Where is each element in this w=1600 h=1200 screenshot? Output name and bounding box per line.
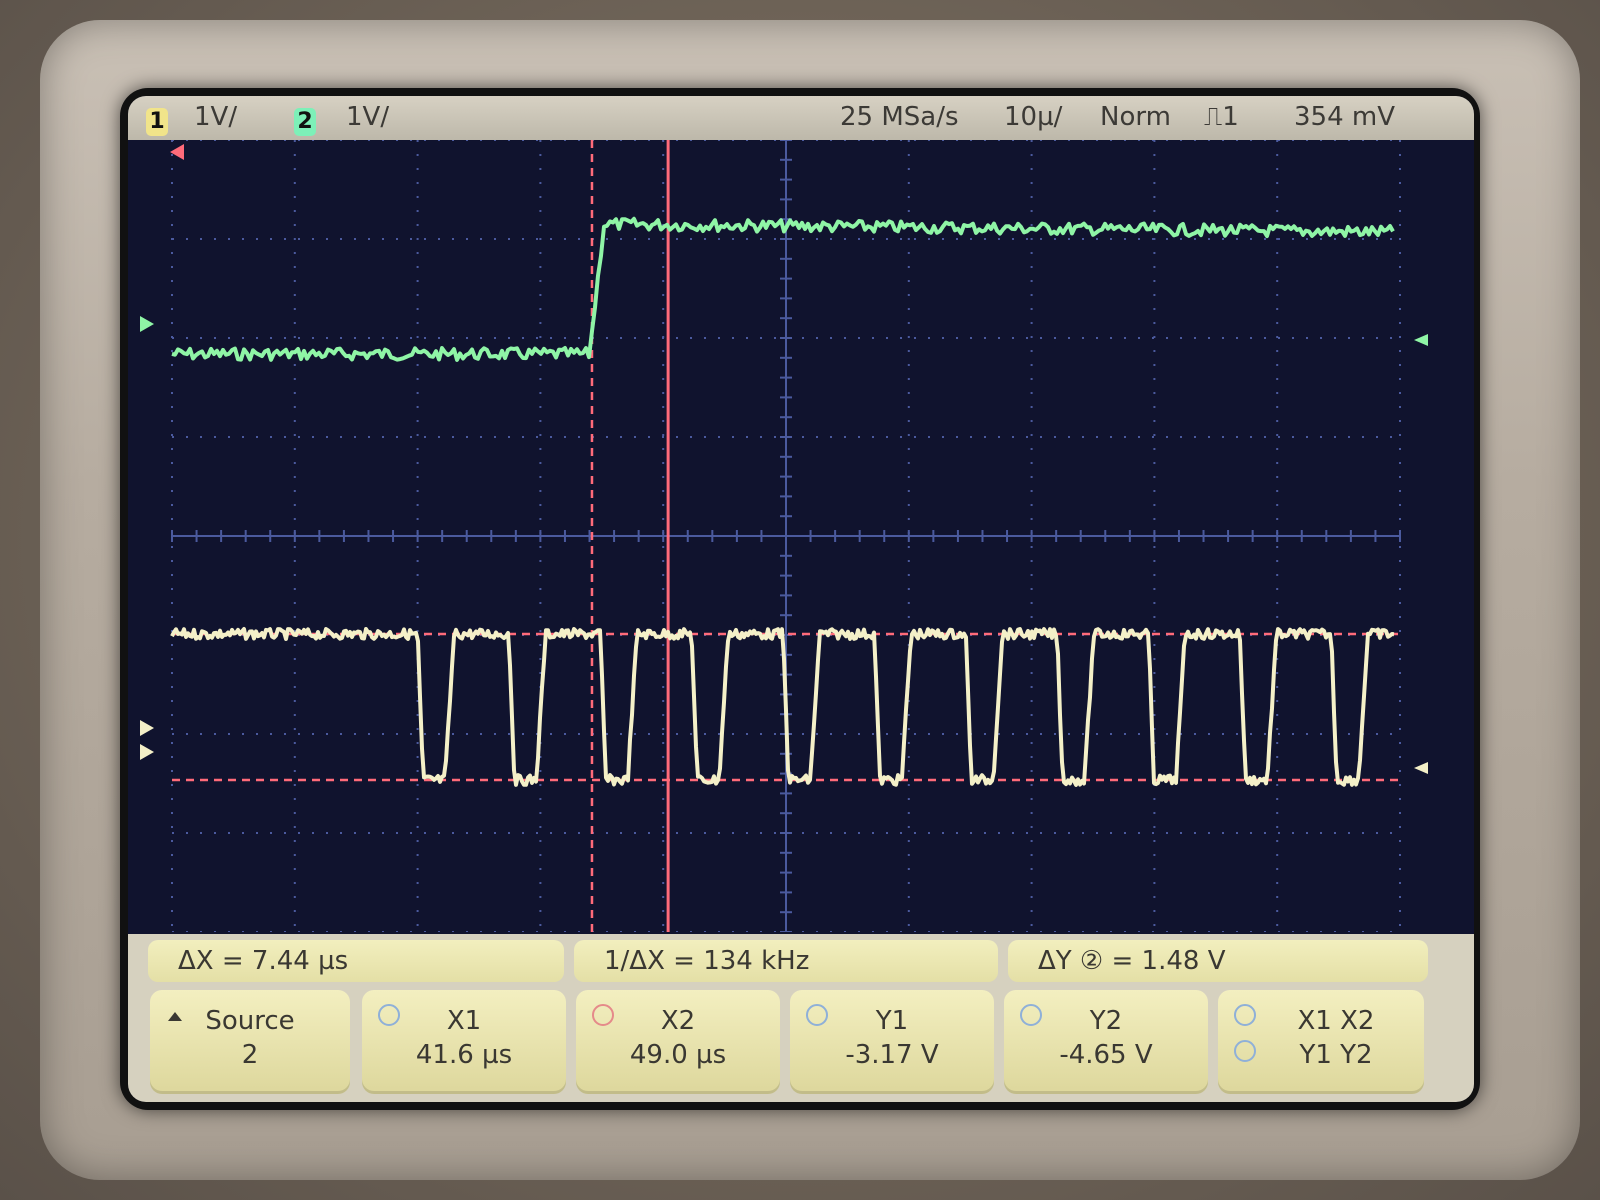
ch1-offset-marker-icon	[1414, 762, 1428, 774]
knob-icon	[1234, 1004, 1256, 1026]
knob-icon	[1234, 1040, 1256, 1062]
timebase: 10µ/	[1004, 102, 1063, 132]
knob-icon	[806, 1004, 828, 1026]
y1-value: -3.17 V	[845, 1040, 939, 1070]
trigger-level-marker-icon	[140, 744, 154, 760]
ch1-trace	[170, 627, 1395, 787]
waveform-canvas	[140, 140, 1428, 932]
trigger-level: 354 mV	[1294, 102, 1396, 132]
trigger-position-icon	[170, 144, 184, 160]
y1-softkey[interactable]: Y1 -3.17 V	[790, 990, 994, 1094]
source-value: 2	[241, 1040, 259, 1070]
knob-icon	[378, 1004, 400, 1026]
waveform-display	[128, 140, 1474, 932]
sample-rate: 25 MSa/s	[840, 102, 959, 132]
trigger-mode: Norm	[1100, 102, 1171, 132]
ch1-ground-marker-icon	[140, 720, 154, 736]
ch2-scale: 1V/	[346, 102, 390, 132]
ch2-offset-marker-icon	[1414, 334, 1428, 346]
y2-value: -4.65 V	[1059, 1040, 1153, 1070]
oscilloscope-screen: 1 1V/ 2 1V/ 25 MSa/s 10µ/ Norm ⎍1 354 mV…	[128, 96, 1474, 1102]
ch1-scale: 1V/	[194, 102, 238, 132]
y2-softkey[interactable]: Y2 -4.65 V	[1004, 990, 1208, 1094]
x1-value: 41.6 µs	[415, 1040, 513, 1070]
ch2-badge: 2	[294, 108, 316, 136]
source-softkey[interactable]: Source 2	[150, 990, 350, 1094]
source-label: Source	[205, 1006, 295, 1036]
x2-softkey[interactable]: X2 49.0 µs	[576, 990, 780, 1094]
x2-value: 49.0 µs	[629, 1040, 727, 1070]
delta-y-readout: ΔY ② = 1.48 V	[1008, 940, 1428, 982]
knob-icon	[1020, 1004, 1042, 1026]
cursor-pair-softkey[interactable]: X1 X2 Y1 Y2	[1218, 990, 1424, 1094]
delta-x-readout: ΔX = 7.44 µs	[148, 940, 564, 982]
ch2-ground-marker-icon	[140, 316, 154, 332]
arrow-up-icon	[168, 1012, 182, 1021]
trigger-edge-icon: ⎍1	[1204, 102, 1239, 132]
status-bar: 1 1V/ 2 1V/ 25 MSa/s 10µ/ Norm ⎍1 354 mV	[128, 96, 1474, 140]
x1-softkey[interactable]: X1 41.6 µs	[362, 990, 566, 1094]
graticule	[171, 140, 1401, 932]
ch1-badge: 1	[146, 108, 168, 136]
measurement-bar: ΔX = 7.44 µs 1/ΔX = 134 kHz ΔY ② = 1.48 …	[128, 934, 1474, 1102]
inverse-delta-x-readout: 1/ΔX = 134 kHz	[574, 940, 998, 982]
knob-icon	[592, 1004, 614, 1026]
